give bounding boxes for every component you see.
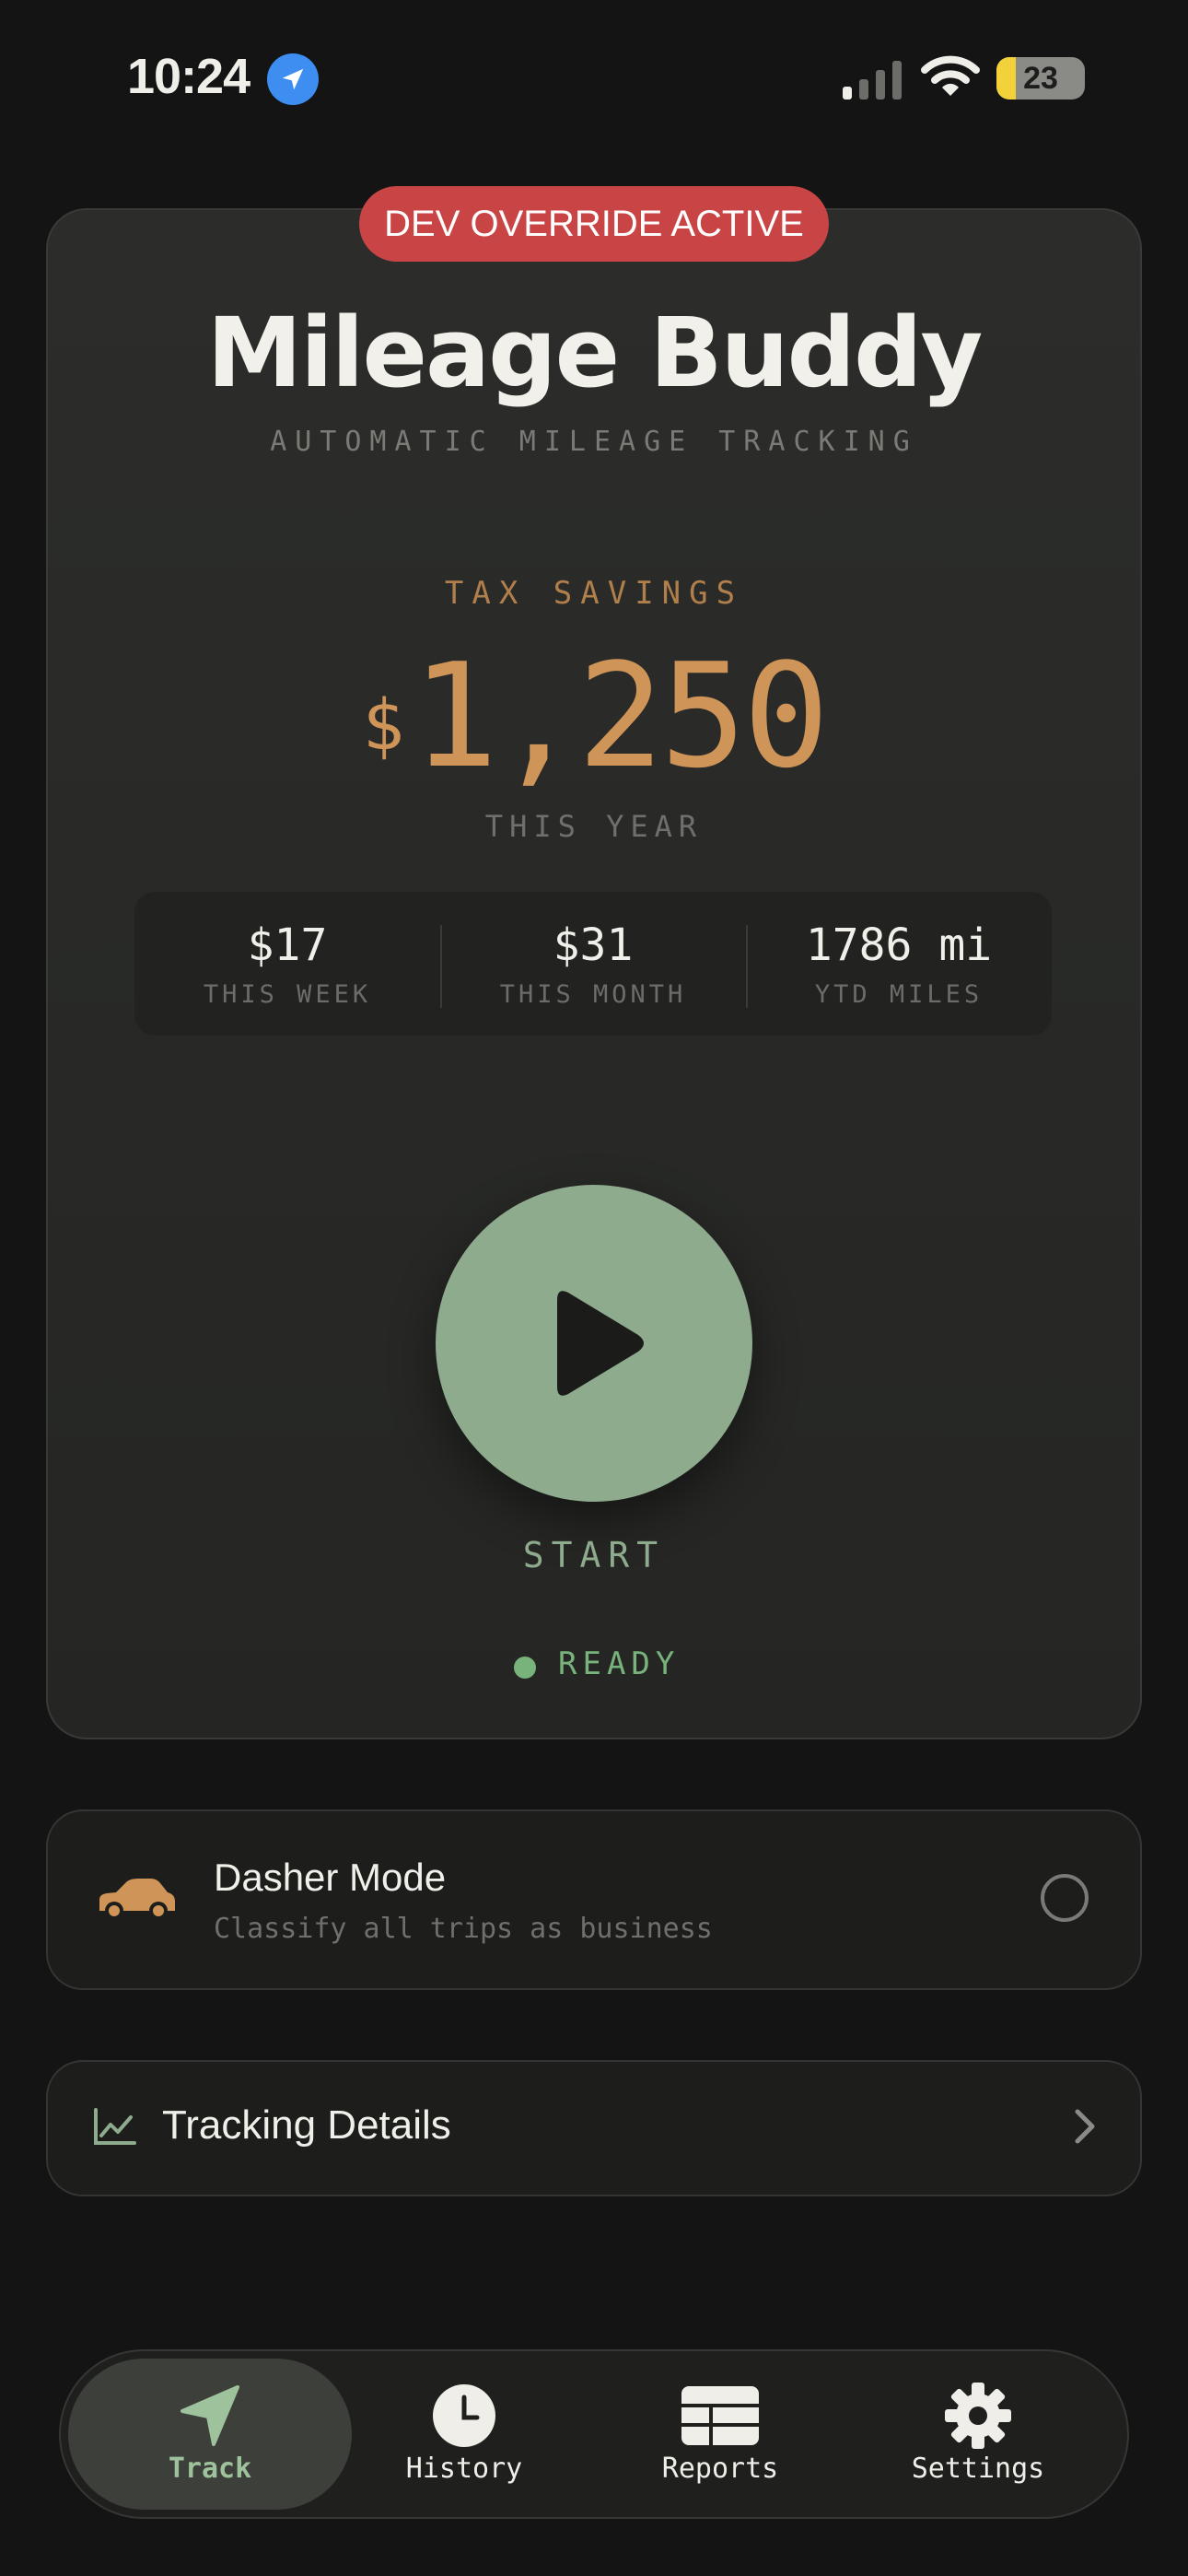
app-subtitle: AUTOMATIC MILEAGE TRACKING: [270, 426, 918, 458]
stat-value: $31: [553, 919, 634, 971]
stat-label: THIS WEEK: [203, 980, 372, 1009]
tax-savings-amount: $1,250: [0, 632, 1188, 800]
table-icon: [681, 2386, 759, 2445]
start-tracking-button[interactable]: [436, 1185, 752, 1502]
stat-label: THIS MONTH: [499, 980, 687, 1009]
ready-status-dot: [514, 1657, 536, 1679]
battery-icon: 23: [996, 57, 1085, 100]
tab-label: Reports: [661, 2453, 779, 2485]
clock-icon: [433, 2384, 495, 2447]
stat-this-week: $17 THIS WEEK: [134, 892, 440, 1036]
chevron-right-icon: [1075, 2109, 1095, 2144]
savings-value: 1,250: [412, 632, 830, 800]
dasher-mode-card[interactable]: [46, 1809, 1142, 1990]
wifi-icon: [921, 55, 980, 96]
tax-savings-label: TAX SAVINGS: [444, 575, 744, 612]
stats-summary: $17 THIS WEEK $31 THIS MONTH 1786 mi YTD…: [134, 892, 1052, 1036]
stat-label: YTD MILES: [814, 980, 984, 1009]
period-label: THIS YEAR: [484, 809, 704, 844]
tab-label: Settings: [911, 2453, 1045, 2485]
tab-reports[interactable]: Reports: [619, 2383, 821, 2493]
tab-label: History: [405, 2453, 523, 2485]
navigation-arrow-icon: [181, 2385, 239, 2446]
stat-this-month: $31 THIS MONTH: [440, 892, 746, 1036]
tab-settings[interactable]: Settings: [877, 2383, 1079, 2493]
dasher-mode-subtitle: Classify all trips as business: [214, 1913, 713, 1945]
tab-track[interactable]: Track: [109, 2383, 311, 2493]
line-chart-icon: [94, 2108, 136, 2145]
play-icon: [557, 1291, 644, 1396]
dev-override-badge: DEV OVERRIDE ACTIVE: [359, 186, 829, 262]
location-arrow-icon: [267, 53, 319, 105]
battery-nub: [1077, 70, 1083, 87]
app-title: Mileage Buddy: [206, 297, 984, 409]
tab-label: Track: [168, 2453, 252, 2485]
status-time: 10:24: [127, 49, 250, 104]
stat-value: $17: [247, 919, 328, 971]
stat-value: 1786 mi: [805, 919, 993, 971]
gear-icon: [945, 2383, 1011, 2449]
currency-symbol: $: [362, 684, 405, 766]
dasher-mode-title: Dasher Mode: [214, 1856, 447, 1899]
car-icon: [99, 1879, 175, 1920]
cellular-signal-icon: [843, 61, 902, 100]
stat-ytd-miles: 1786 mi YTD MILES: [746, 892, 1052, 1036]
dasher-mode-toggle[interactable]: [1041, 1874, 1089, 1922]
battery-level: 23: [1023, 60, 1058, 96]
tracking-details-title: Tracking Details: [162, 2102, 451, 2148]
start-label: START: [522, 1535, 666, 1575]
tab-history[interactable]: History: [363, 2383, 565, 2493]
ready-status-label: READY: [558, 1645, 681, 1682]
